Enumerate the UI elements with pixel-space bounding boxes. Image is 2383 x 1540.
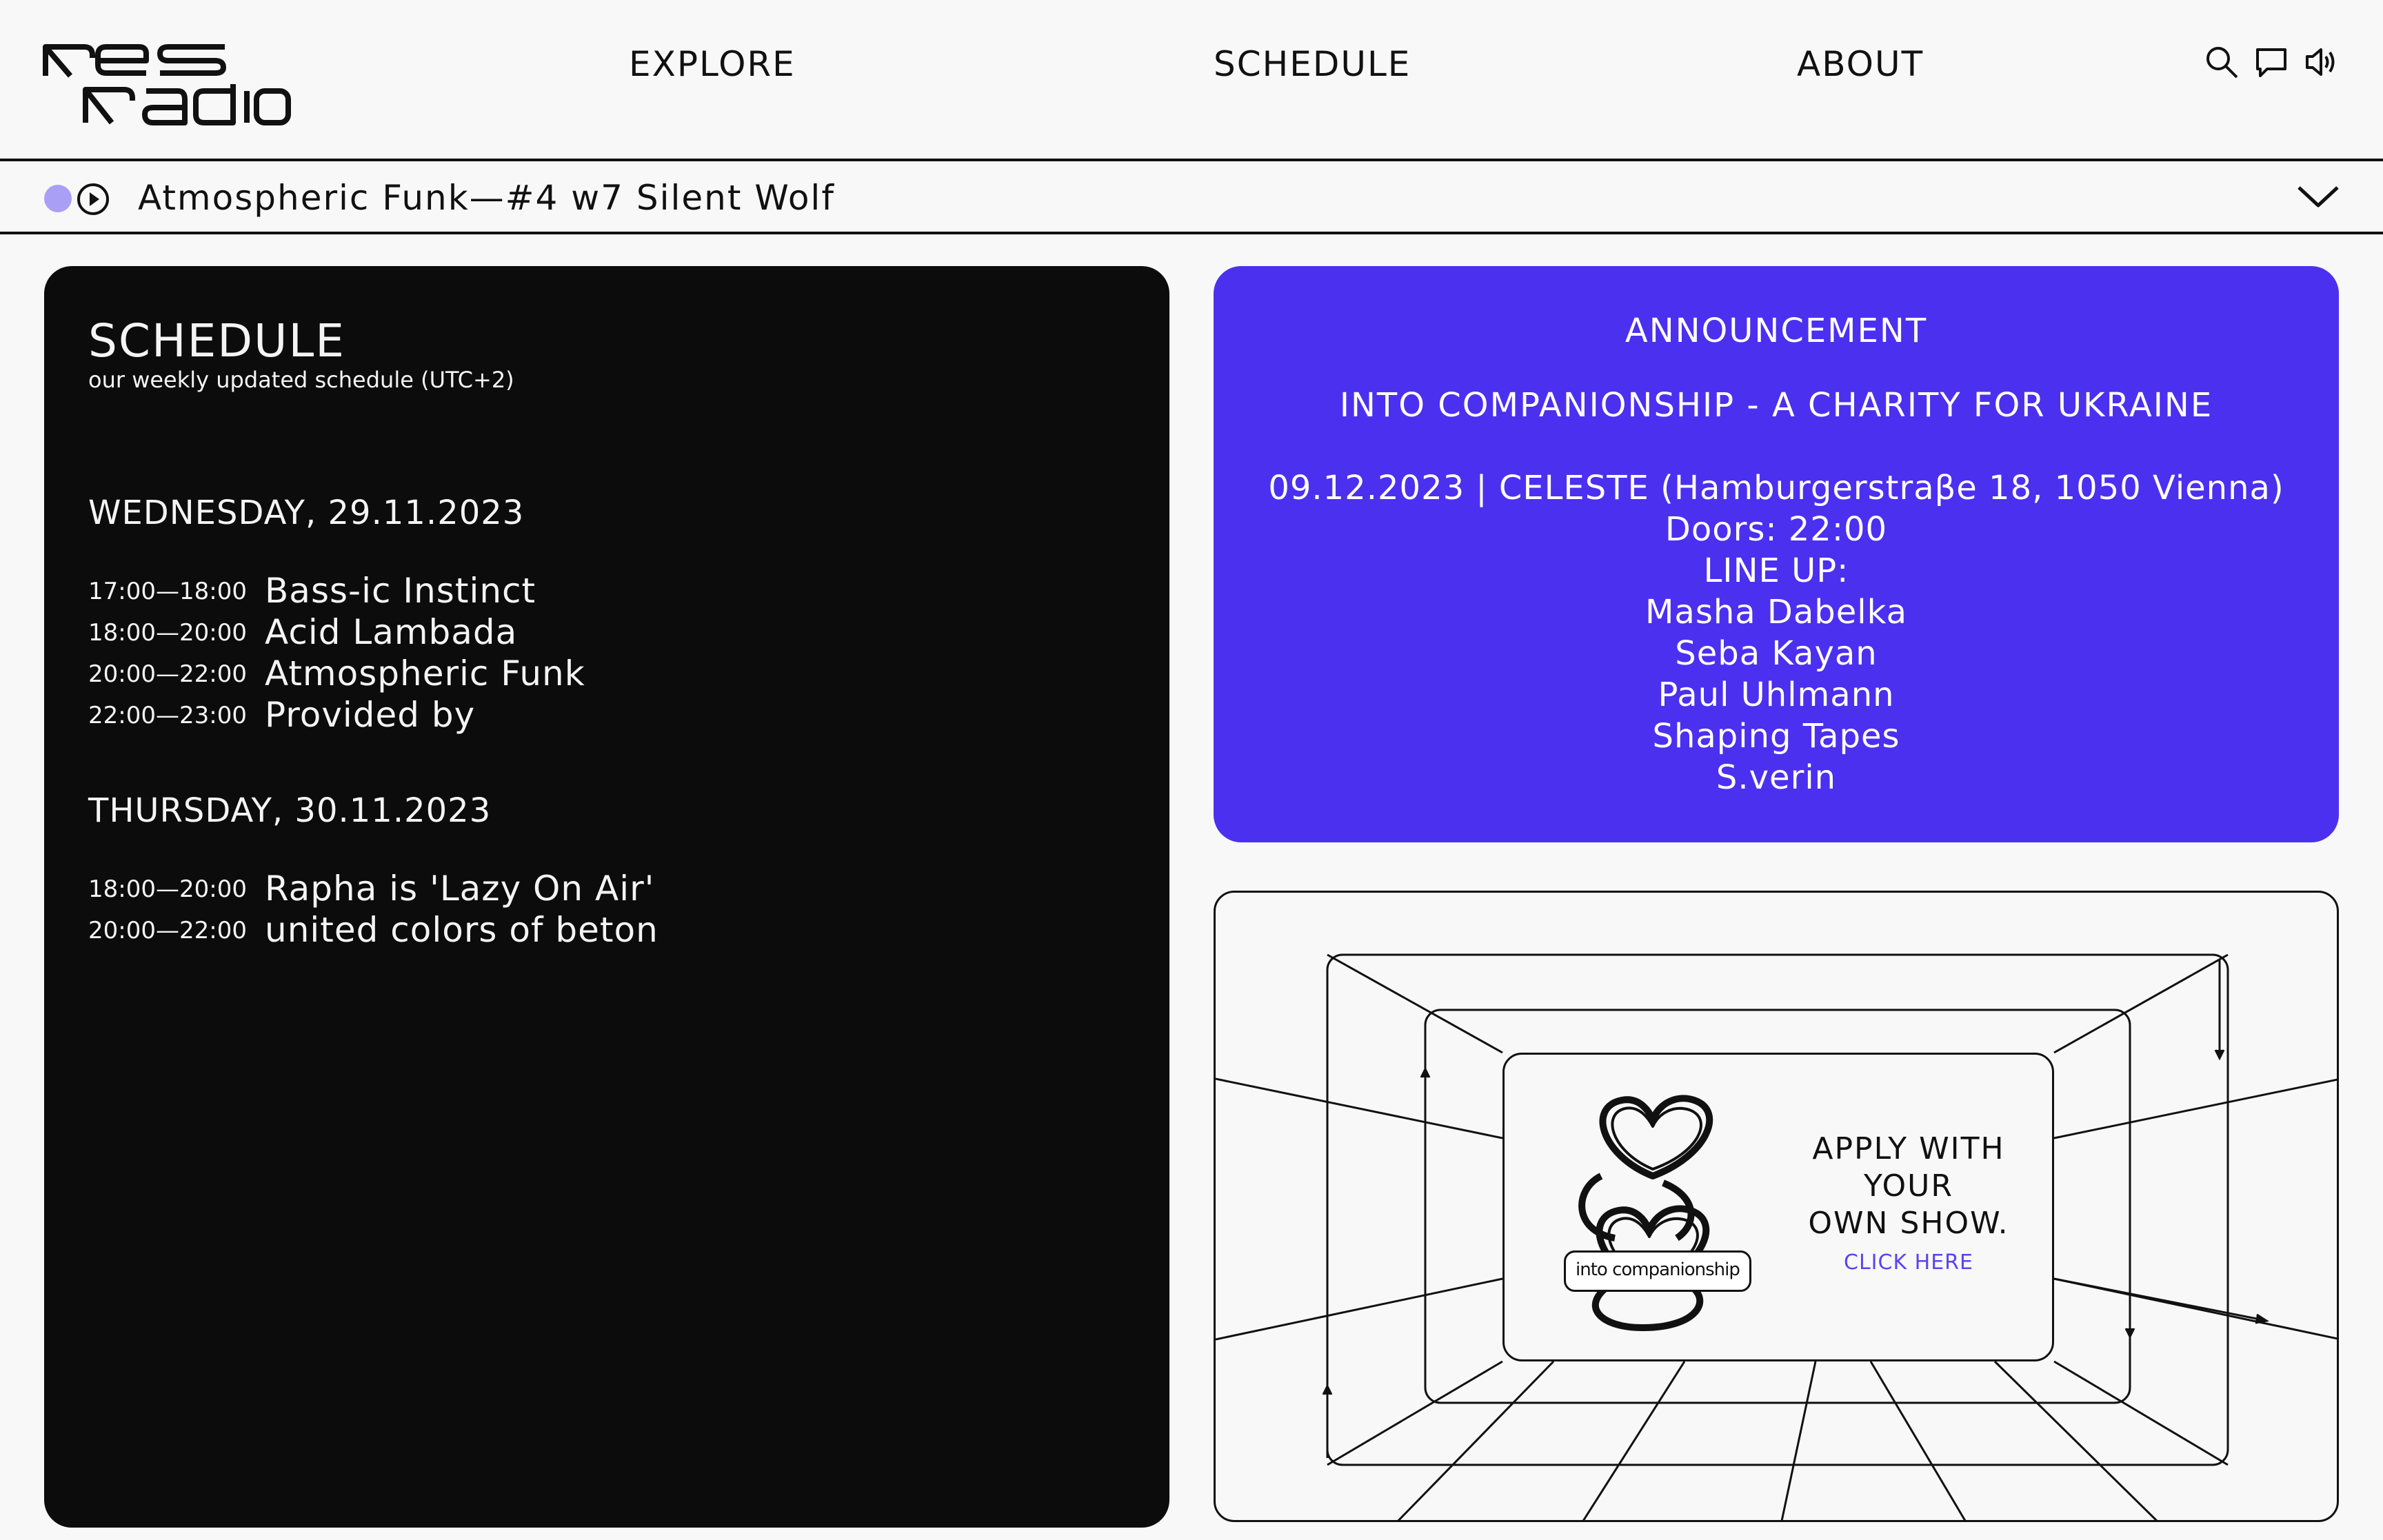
apply-inner-panel[interactable]: into companionship APPLY WITH YOUR OWN S… bbox=[1502, 1053, 2054, 1361]
slot-show[interactable]: Bass-ic Instinct bbox=[265, 571, 536, 611]
slot-show[interactable]: Atmospheric Funk bbox=[265, 654, 585, 693]
lineup-label: LINE UP: bbox=[1703, 551, 1849, 590]
slot-time: 18:00—20:00 bbox=[88, 619, 247, 647]
slot-time: 17:00—18:00 bbox=[88, 578, 247, 605]
event-details: 09.12.2023 | CELESTE (Hamburgerstraβe 18… bbox=[1268, 469, 2284, 507]
day-heading: WEDNESDAY, 29.11.2023 bbox=[88, 494, 525, 532]
slot-show[interactable]: Acid Lambada bbox=[265, 612, 517, 652]
nav-explore[interactable]: EXPLORE bbox=[629, 44, 796, 84]
nav-about[interactable]: ABOUT bbox=[1797, 44, 1924, 84]
announcement-panel[interactable]: ANNOUNCEMENT INTO COMPANIONSHIP - A CHAR… bbox=[1214, 266, 2339, 842]
slot-show[interactable]: united colors of beton bbox=[265, 910, 658, 950]
chat-icon[interactable] bbox=[2253, 44, 2289, 80]
nav-schedule[interactable]: SCHEDULE bbox=[1214, 44, 1411, 84]
schedule-slot[interactable]: 18:00—20:00 Acid Lambada bbox=[88, 612, 1054, 654]
linked-hearts-icon bbox=[1578, 1095, 1713, 1331]
slot-time: 22:00—23:00 bbox=[88, 702, 247, 729]
play-button[interactable] bbox=[76, 182, 110, 216]
schedule-title: SCHEDULE bbox=[88, 314, 345, 367]
res-radio-logo[interactable] bbox=[43, 40, 291, 127]
event-doors: Doors: 22:00 bbox=[1665, 510, 1888, 549]
announcement-title: INTO COMPANIONSHIP - A CHARITY FOR UKRAI… bbox=[1339, 386, 2213, 425]
lineup-artist: Paul Uhlmann bbox=[1658, 676, 1895, 714]
lineup-artist: Shaping Tapes bbox=[1652, 717, 1900, 756]
search-icon[interactable] bbox=[2204, 44, 2240, 80]
chevron-down-icon[interactable] bbox=[2296, 182, 2340, 212]
lineup-artist: S.verin bbox=[1716, 758, 1837, 797]
schedule-slot[interactable]: 22:00—23:00 Provided by bbox=[88, 695, 1054, 736]
apply-headline: APPLY WITH YOUR OWN SHOW. bbox=[1791, 1131, 2026, 1242]
schedule-slot[interactable]: 20:00—22:00 Atmospheric Funk bbox=[88, 654, 1054, 695]
slot-show[interactable]: Rapha is 'Lazy On Air' bbox=[265, 869, 654, 909]
schedule-slot[interactable]: 18:00—20:00 Rapha is 'Lazy On Air' bbox=[88, 869, 1054, 910]
lineup-artist: Seba Kayan bbox=[1675, 634, 1878, 673]
slot-time: 20:00—22:00 bbox=[88, 917, 247, 944]
apply-line: OWN SHOW. bbox=[1808, 1206, 2009, 1241]
announcement-label: ANNOUNCEMENT bbox=[1625, 312, 1928, 350]
apply-banner[interactable]: into companionship APPLY WITH YOUR OWN S… bbox=[1214, 891, 2339, 1522]
slot-show[interactable]: Provided by bbox=[265, 695, 475, 735]
site-header: EXPLORE SCHEDULE ABOUT bbox=[0, 0, 2383, 161]
schedule-slot[interactable]: 20:00—22:00 united colors of beton bbox=[88, 910, 1054, 951]
schedule-slot[interactable]: 17:00—18:00 Bass-ic Instinct bbox=[88, 571, 1054, 612]
apply-cta-link[interactable]: CLICK HERE bbox=[1791, 1250, 2026, 1275]
schedule-panel: SCHEDULE our weekly updated schedule (UT… bbox=[44, 266, 1169, 1528]
slot-time: 18:00—20:00 bbox=[88, 875, 247, 903]
day-heading: THURSDAY, 30.11.2023 bbox=[88, 791, 492, 830]
slot-time: 20:00—22:00 bbox=[88, 660, 247, 688]
apply-line: APPLY WITH bbox=[1812, 1131, 2005, 1166]
live-indicator bbox=[44, 185, 72, 212]
lineup-artist: Masha Dabelka bbox=[1645, 593, 1907, 631]
now-playing-title: Atmospheric Funk—#4 w7 Silent Wolf bbox=[138, 178, 835, 218]
schedule-subtitle: our weekly updated schedule (UTC+2) bbox=[88, 367, 514, 393]
companionship-badge: into companionship bbox=[1564, 1250, 1751, 1292]
apply-line: YOUR bbox=[1864, 1168, 1953, 1204]
speaker-icon[interactable] bbox=[2303, 44, 2339, 80]
